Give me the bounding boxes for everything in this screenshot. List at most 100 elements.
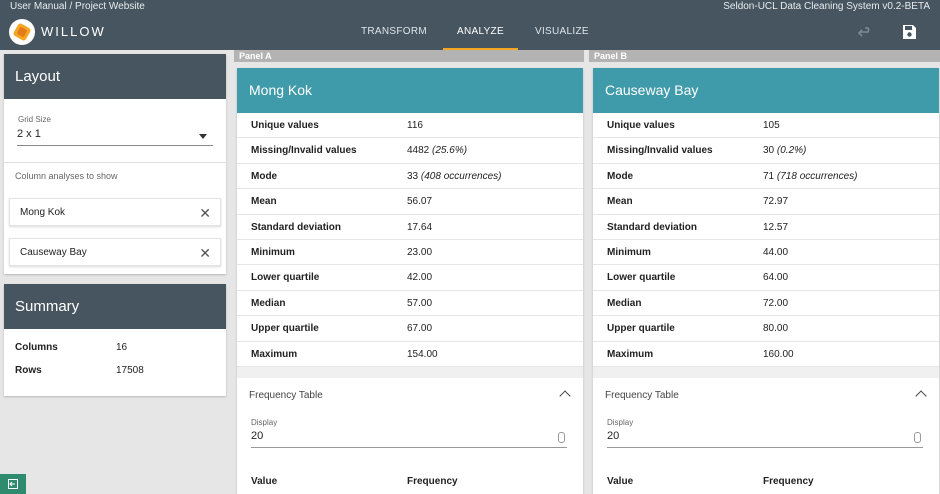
stats-table: Unique values 116 Missing/Invalid values 44… — [237, 113, 583, 367]
stat-row: Maximum 154.00 — [237, 342, 583, 367]
stat-value: 23.00 — [407, 246, 433, 258]
stat-row: Median 72.00 — [593, 291, 939, 317]
nav-bar: WILLOW TRANSFORM ANALYZE VISUALIZE — [0, 14, 940, 50]
stat-key: Lower quartile — [607, 272, 676, 284]
stat-key: Lower quartile — [251, 272, 320, 284]
frequency-table-header[interactable]: Frequency Table — [593, 378, 939, 413]
stat-key: Mean — [607, 196, 633, 208]
stat-value: 33 (408 occurrences) — [407, 170, 502, 182]
panel-a-title: Mong Kok — [237, 68, 583, 113]
stat-key: Unique values — [607, 120, 675, 131]
grid-size-value: 2 x 1 — [17, 128, 41, 140]
stat-key: Maximum — [251, 348, 298, 360]
stat-row: Median 57.00 — [237, 291, 583, 317]
stat-row: Mean 72.97 — [593, 189, 939, 215]
display-label: Display — [607, 418, 634, 427]
divider — [4, 162, 226, 163]
frequency-table-header[interactable]: Frequency Table — [237, 378, 583, 413]
spinner-icon[interactable] — [914, 432, 921, 443]
stat-value: 80.00 — [763, 323, 789, 335]
exit-icon — [8, 479, 18, 489]
close-icon[interactable]: ✕ — [199, 199, 211, 227]
stat-row: Unique values 116 — [237, 113, 583, 139]
stat-value: 12.57 — [763, 221, 789, 233]
stat-value: 44.00 — [763, 246, 789, 258]
stat-value: 67.00 — [407, 323, 433, 335]
tab-analyze[interactable]: ANALYZE — [443, 14, 518, 50]
save-icon[interactable] — [901, 24, 917, 40]
stat-row: Missing/Invalid values 30 (0.2%) — [593, 138, 939, 164]
section-gap — [593, 366, 939, 378]
stat-value: 56.07 — [407, 196, 433, 208]
summary-row-columns: Columns — [15, 342, 58, 353]
column-header-frequency: Frequency — [407, 476, 458, 487]
stat-key: Unique values — [251, 120, 319, 131]
stat-key: Upper quartile — [607, 323, 675, 335]
column-header-value: Value — [607, 476, 634, 487]
spinner-icon[interactable] — [558, 432, 565, 443]
stat-key: Missing/Invalid values — [251, 145, 357, 157]
display-input[interactable]: 20 — [607, 430, 923, 448]
stat-value: 42.00 — [407, 272, 433, 284]
panel-a-label: Panel A — [234, 50, 584, 62]
stat-value: 71 (718 occurrences) — [763, 170, 858, 182]
stat-key: Mode — [607, 170, 634, 182]
close-icon[interactable]: ✕ — [199, 239, 211, 267]
display-label: Display — [251, 418, 278, 427]
system-version: Seldon-UCL Data Cleaning System v0.2-BET… — [723, 1, 930, 12]
stat-note: (25.6%) — [432, 145, 468, 157]
chip-causeway-bay: Causeway Bay ✕ — [9, 238, 221, 266]
summary-row-rows: Rows — [15, 365, 42, 376]
stat-value: 72.00 — [763, 297, 789, 309]
chevron-up-icon[interactable] — [915, 390, 927, 402]
stat-row: Minimum 44.00 — [593, 240, 939, 266]
tab-visualize[interactable]: VISUALIZE — [535, 14, 589, 50]
stat-row: Mode 33 (408 occurrences) — [237, 164, 583, 190]
grid-size-select[interactable]: 2 x 1 — [17, 128, 213, 146]
stat-note: (0.2%) — [776, 145, 807, 157]
stat-row: Standard deviation 17.64 — [237, 215, 583, 240]
panel-a: Mong Kok Unique values 116 Missing/Invalid… — [237, 68, 583, 494]
stat-key: Median — [251, 297, 286, 309]
stat-row: Standard deviation 12.57 — [593, 215, 939, 240]
stat-row: Lower quartile 42.00 — [237, 265, 583, 291]
stat-value: 154.00 — [407, 348, 438, 360]
analyses-label: Column analyses to show — [15, 171, 118, 181]
column-header-value: Value — [251, 476, 278, 487]
stat-value: 17.64 — [407, 221, 433, 233]
stat-note: (408 occurrences) — [420, 170, 502, 182]
display-input[interactable]: 20 — [251, 430, 567, 448]
stat-key: Upper quartile — [251, 323, 319, 335]
display-value: 20 — [251, 430, 264, 442]
stat-row: Lower quartile 64.00 — [593, 265, 939, 291]
stat-row: Mode 71 (718 occurrences) — [593, 164, 939, 190]
stat-value: 30 (0.2%) — [763, 145, 807, 157]
display-value: 20 — [607, 430, 620, 442]
stat-note: (718 occurrences) — [776, 170, 858, 182]
stat-key: Maximum — [607, 348, 654, 360]
stat-row: Mean 56.07 — [237, 189, 583, 215]
tab-transform[interactable]: TRANSFORM — [361, 14, 427, 50]
stats-table: Unique values 105 Missing/Invalid values 30… — [593, 113, 939, 367]
stat-row: Upper quartile 80.00 — [593, 316, 939, 342]
summary-title: Summary — [4, 284, 226, 329]
exit-button[interactable] — [0, 474, 26, 494]
stat-row: Minimum 23.00 — [237, 240, 583, 266]
chip-label: Mong Kok — [20, 207, 66, 218]
brand-name: WILLOW — [41, 24, 106, 39]
stat-key: Mean — [251, 196, 277, 208]
caret-down-icon — [199, 134, 207, 139]
stat-value: 105 — [763, 120, 780, 131]
chevron-up-icon[interactable] — [559, 390, 571, 402]
stat-value: 160.00 — [763, 348, 794, 360]
stat-value: 4482 (25.6%) — [407, 145, 468, 157]
panel-b: Causeway Bay Unique values 105 Missing/Inv… — [593, 68, 939, 494]
willow-logo-icon — [9, 19, 35, 45]
grid-size-label: Grid Size — [18, 115, 51, 124]
frequency-table-title: Frequency Table — [605, 389, 679, 401]
top-bar: User Manual / Project Website Seldon-UCL… — [0, 0, 940, 14]
stat-row: Unique values 105 — [593, 113, 939, 139]
manual-link[interactable]: User Manual / Project Website — [10, 0, 145, 14]
frequency-table-title: Frequency Table — [249, 389, 323, 401]
undo-icon[interactable] — [858, 24, 874, 40]
